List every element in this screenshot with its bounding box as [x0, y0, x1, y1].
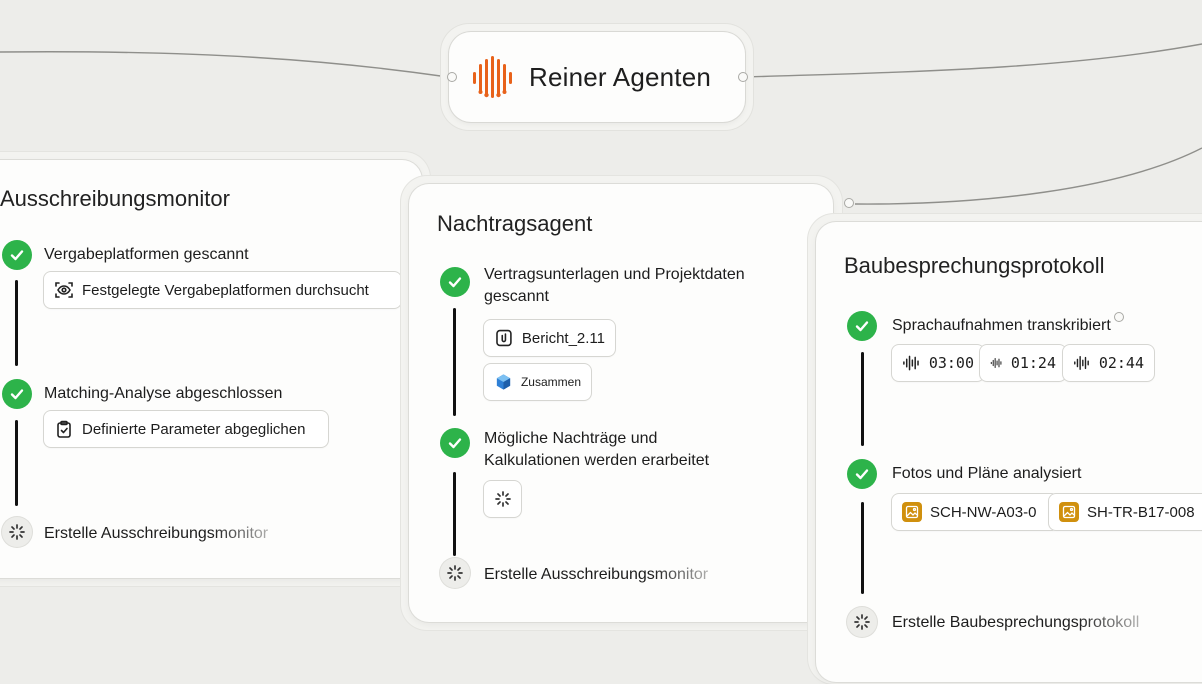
- step-label-line2: gescannt: [484, 288, 549, 305]
- card-title: Nachtragsagent: [437, 211, 593, 236]
- step-label: Erstelle Ausschreibungsmonitor: [44, 525, 269, 542]
- hub-port-right[interactable]: [738, 72, 748, 82]
- loading-spinner-icon: [2, 517, 32, 547]
- result-chip[interactable]: Definierte Parameter abgeglichen: [44, 411, 328, 447]
- check-icon: [2, 379, 32, 409]
- step-label: Erstelle Baubesprechungsprotokoll: [892, 614, 1140, 631]
- step-label-line1: Mögliche Nachträge und: [484, 430, 658, 447]
- loading-spinner-icon: [494, 491, 511, 507]
- step-connector: [453, 308, 456, 416]
- reiner-logo-icon: [473, 56, 512, 98]
- step-label: Vergabeplatformen gescannt: [44, 246, 249, 263]
- audio-chip[interactable]: 02:44: [1063, 345, 1154, 381]
- pending-chip[interactable]: [484, 481, 521, 517]
- baubesprechung-card[interactable]: Baubesprechungsprotokoll Sprachaufnahmen…: [816, 222, 1202, 682]
- audio-chip[interactable]: 01:24: [980, 345, 1066, 381]
- ausschreibung-card[interactable]: Ausschreibungsmonitor Vergabeplatformen …: [0, 160, 422, 578]
- check-icon: [847, 311, 877, 341]
- waveform-icon: [903, 355, 919, 371]
- audio-duration: 03:00: [928, 354, 974, 372]
- image-chip[interactable]: SH-TR-B17-008: [1049, 494, 1202, 530]
- image-file-name: SCH-NW-A03-0: [930, 503, 1037, 521]
- image-chip[interactable]: SCH-NW-A03-0: [892, 494, 1058, 530]
- image-file-name: SH-TR-B17-008: [1087, 503, 1195, 521]
- step-connector: [15, 420, 18, 506]
- file-name: Bericht_2.11: [521, 329, 605, 347]
- audio-chip[interactable]: 03:00: [892, 345, 984, 381]
- step-label: Fotos und Pläne analysiert: [892, 465, 1082, 482]
- agent-hub-card[interactable]: Reiner Agenten: [449, 32, 745, 122]
- result-chip[interactable]: Festgelegte Vergabeplatformen durchsucht: [44, 272, 401, 308]
- card-title: Baubesprechungsprotokoll: [844, 253, 1105, 278]
- audio-duration: 02:44: [1098, 354, 1144, 372]
- paperclip-icon: [496, 329, 512, 347]
- check-icon: [440, 428, 470, 458]
- step-label: Matching-Analyse abgeschlossen: [44, 385, 283, 402]
- step-label-line2: Kalkulationen werden erarbeitet: [484, 452, 710, 469]
- step-label: Erstelle Ausschreibungsmonitor: [484, 566, 709, 583]
- app-name: Zusammen: [520, 375, 581, 389]
- app-chip[interactable]: Zusammen: [484, 364, 591, 400]
- card-port[interactable]: [844, 198, 854, 208]
- step-label: Sprachaufnahmen transkribiert: [892, 317, 1111, 334]
- agent-hub-node: Reiner Agenten: [441, 24, 753, 130]
- eye-scan-icon: [55, 282, 73, 298]
- loading-spinner-icon: [847, 607, 877, 637]
- app-cube-icon: [496, 374, 511, 390]
- hub-title: Reiner Agenten: [529, 61, 712, 92]
- card-title: Ausschreibungsmonitor: [0, 186, 230, 211]
- hub-port-left[interactable]: [447, 72, 457, 82]
- check-icon: [847, 459, 877, 489]
- waveform-icon: [1074, 356, 1089, 370]
- check-icon: [440, 267, 470, 297]
- step-connector: [453, 472, 456, 556]
- step-connector: [861, 352, 864, 446]
- step-label-line1: Vertragsunterlagen und Projektdaten: [484, 266, 745, 283]
- step-connector: [15, 280, 18, 366]
- nachtrag-card[interactable]: Nachtragsagent Vertragsunterlagen und Pr…: [409, 184, 833, 622]
- file-chip[interactable]: Bericht_2.11: [484, 320, 615, 356]
- image-icon: [902, 502, 922, 522]
- chip-label: Festgelegte Vergabeplatformen durchsucht: [82, 281, 369, 299]
- waveform-icon: [990, 357, 1002, 369]
- step-connector: [861, 502, 864, 594]
- image-icon: [1059, 502, 1079, 522]
- loading-spinner-icon: [440, 558, 470, 588]
- card-port[interactable]: [1114, 312, 1124, 322]
- check-icon: [2, 240, 32, 270]
- clipboard-check-icon: [57, 420, 71, 438]
- chip-label: Definierte Parameter abgeglichen: [82, 420, 306, 438]
- audio-duration: 01:24: [1010, 354, 1056, 372]
